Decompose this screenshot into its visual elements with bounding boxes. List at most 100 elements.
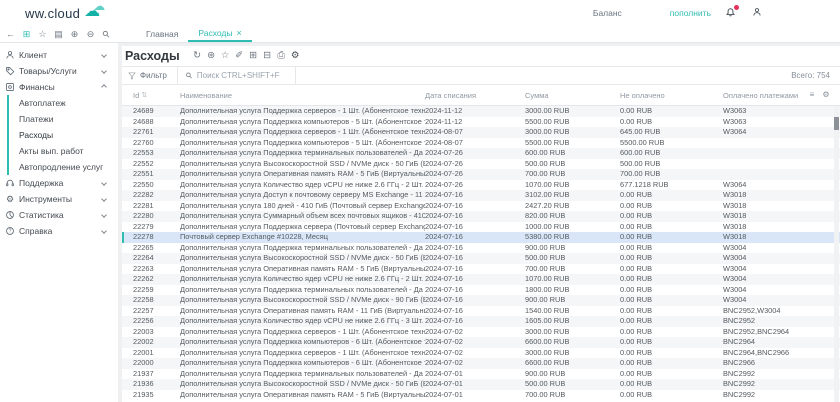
cell-date: 2024-07-16	[425, 295, 525, 306]
cell-id: 21937	[133, 369, 180, 380]
cell-sum: 5500.00 RUB	[525, 138, 620, 149]
column-header-paid[interactable]: Оплачено платежами	[723, 91, 808, 100]
sidebar-item-autopay[interactable]: Автоплатеж	[9, 95, 118, 111]
table-row[interactable]: 22258 Дополнительная услуга Высокоскорос…	[122, 295, 840, 306]
cell-date: 2024-07-02	[425, 337, 525, 348]
pin-icon[interactable]: ✐	[234, 51, 245, 61]
table-row[interactable]: 21937 Дополнительная услуга Поддержка те…	[122, 369, 840, 380]
cell-unpaid: 645.00 RUB	[620, 127, 723, 138]
table-row[interactable]: 22000 Дополнительная услуга Поддержка ко…	[122, 358, 840, 369]
sidebar-item-finance[interactable]: Финансы	[0, 79, 118, 95]
table-row[interactable]: 22256 Дополнительная услуга Количество я…	[122, 316, 840, 327]
table-row[interactable]: 22550 Дополнительная услуга Количество я…	[122, 180, 840, 191]
cell-paid: BNC2992	[723, 379, 808, 390]
sidebar-item-products[interactable]: Товары/Услуги	[0, 63, 118, 79]
star-icon[interactable]: ☆	[37, 30, 48, 39]
table-row[interactable]: 21936 Дополнительная услуга Высокоскорос…	[122, 379, 840, 390]
cell-sum: 900.00 RUB	[525, 295, 620, 306]
sidebar-item-tools[interactable]: ⚙ Инструменты	[0, 191, 118, 207]
settings-icon[interactable]: ⚙	[290, 51, 301, 61]
archive-icon[interactable]: ▤	[53, 30, 64, 39]
cell-sum: 1800.00 RUB	[525, 285, 620, 296]
table-row[interactable]: 22760 Дополнительная услуга Поддержка ко…	[122, 138, 840, 149]
sidebar-item-client[interactable]: Клиент	[0, 47, 118, 63]
cell-date: 2024-07-16	[425, 253, 525, 264]
sidebar-item-autorenewal[interactable]: Автопродление услуг	[9, 159, 118, 175]
table-row[interactable]: 21935 Дополнительная услуга Оперативная …	[122, 390, 840, 401]
topup-link[interactable]: пополнить	[670, 8, 711, 18]
column-header-unpaid[interactable]: Не оплачено	[620, 91, 723, 100]
table-row[interactable]: 22279 Дополнительная услуга Поддержка се…	[122, 222, 840, 233]
table-row[interactable]: 22265 Дополнительная услуга Поддержка те…	[122, 243, 840, 254]
table-row[interactable]: 22761 Дополнительная услуга Поддержка се…	[122, 127, 840, 138]
table-row[interactable]: 22282 Дополнительная услуга Доступ к поч…	[122, 190, 840, 201]
table-row[interactable]: 24689 Дополнительная услуга Поддержка се…	[122, 106, 840, 117]
refresh-icon[interactable]: ↻	[192, 51, 203, 61]
settings-icon[interactable]: ⚙	[822, 91, 830, 99]
sidebar-item-acts[interactable]: Акты вып. работ	[9, 143, 118, 159]
column-header-date[interactable]: Дата списания	[425, 91, 525, 100]
cell-date: 2024-07-16	[425, 201, 525, 212]
globe-icon[interactable]: ⊛	[206, 51, 217, 61]
column-header-sum[interactable]: Сумма	[525, 91, 620, 100]
cell-sum: 1070.00 RUB	[525, 274, 620, 285]
sidebar-item-statistics[interactable]: Статистика	[0, 207, 118, 223]
sidebar-item-payments[interactable]: Платежи	[9, 111, 118, 127]
export-table-icon[interactable]: ⊞	[248, 51, 259, 61]
table-row[interactable]: 22002 Дополнительная услуга Поддержка ко…	[122, 337, 840, 348]
cell-id: 22550	[133, 180, 180, 191]
table-row[interactable]: 22280 Дополнительная услуга Суммарный об…	[122, 211, 840, 222]
table-row[interactable]: 22278 Почтовый сервер Exchange #10228, М…	[122, 232, 840, 243]
tag-icon	[5, 66, 15, 76]
cell-sum: 1070.00 RUB	[525, 180, 620, 191]
table-row[interactable]: 22257 Дополнительная услуга Оперативная …	[122, 306, 840, 317]
column-header-id[interactable]: Id⇅	[133, 91, 180, 100]
remove-circle-icon[interactable]: ⊖	[85, 30, 96, 39]
search-input[interactable]	[197, 71, 287, 80]
back-icon[interactable]: ←	[5, 30, 16, 39]
search-icon[interactable]: ⚲	[99, 27, 113, 41]
cell-id: 22553	[133, 148, 180, 159]
import-table-icon[interactable]: ⊟	[262, 51, 273, 61]
add-circle-icon[interactable]: ⊕	[69, 30, 80, 39]
vertical-scrollbar[interactable]	[834, 106, 839, 402]
cell-name: Дополнительная услуга Поддержка терминал…	[180, 243, 425, 254]
cell-unpaid: 0.00 RUB	[620, 379, 723, 390]
table-row[interactable]: 22263 Дополнительная услуга Оперативная …	[122, 264, 840, 275]
table-row[interactable]: 22262 Дополнительная услуга Количество я…	[122, 274, 840, 285]
cell-name: Дополнительная услуга Поддержка компьюте…	[180, 358, 425, 369]
table-row[interactable]: 22552 Дополнительная услуга Высокоскорос…	[122, 159, 840, 170]
cell-unpaid: 0.00 RUB	[620, 327, 723, 338]
sidebar-item-help[interactable]: ? Справка	[0, 223, 118, 239]
table-row[interactable]: 22003 Дополнительная услуга Поддержка се…	[122, 327, 840, 338]
star-icon[interactable]: ☆	[220, 51, 231, 61]
tab-close-icon[interactable]: ×	[237, 28, 242, 38]
cell-id: 22551	[133, 169, 180, 180]
page-title: Расходы	[125, 49, 180, 63]
user-menu-button[interactable]	[752, 7, 762, 19]
table-row[interactable]: 22281 Дополнительная услуга 180 дней - 4…	[122, 201, 840, 212]
cell-date: 2024-07-16	[425, 285, 525, 296]
sidebar-item-support[interactable]: Поддержка	[0, 175, 118, 191]
table-row[interactable]: 22551 Дополнительная услуга Оперативная …	[122, 169, 840, 180]
cell-date: 2024-07-16	[425, 274, 525, 285]
cell-id: 24689	[133, 106, 180, 117]
scrollbar-thumb[interactable]	[834, 117, 839, 130]
tab-expenses[interactable]: Расходы ×	[188, 26, 251, 42]
filter-button[interactable]: Фильтр	[122, 67, 178, 84]
new-tab-icon[interactable]: ⊞	[21, 30, 32, 39]
column-header-name[interactable]: Наименование	[180, 91, 425, 100]
cell-sum: 3000.00 RUB	[525, 106, 620, 117]
cell-paid: BNC2952,BNC2964	[723, 327, 808, 338]
print-icon[interactable]: ⎙	[276, 51, 287, 61]
table-row[interactable]: 22553 Дополнительная услуга Поддержка те…	[122, 148, 840, 159]
notifications-button[interactable]	[725, 7, 736, 20]
table-row[interactable]: 22259 Дополнительная услуга Поддержка те…	[122, 285, 840, 296]
table-row[interactable]: 22001 Дополнительная услуга Поддержка се…	[122, 348, 840, 359]
cell-paid: W3064	[723, 180, 808, 191]
table-row[interactable]: 22264 Дополнительная услуга Высокоскорос…	[122, 253, 840, 264]
table-row[interactable]: 24688 Дополнительная услуга Поддержка ко…	[122, 117, 840, 128]
menu-icon[interactable]: ≡	[808, 91, 816, 99]
tab-home[interactable]: Главная	[136, 26, 188, 42]
sidebar-item-expenses[interactable]: Расходы	[9, 127, 118, 143]
